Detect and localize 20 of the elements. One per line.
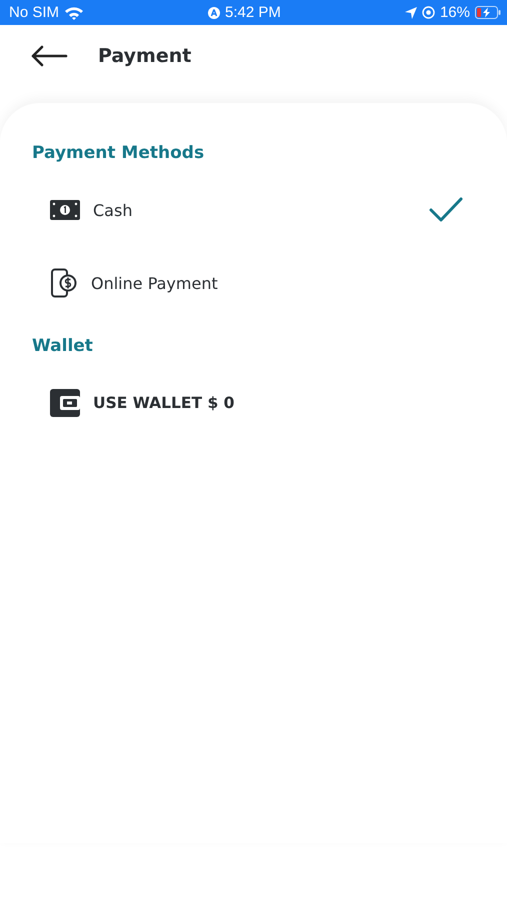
option-label: USE WALLET $ 0 bbox=[93, 394, 234, 412]
lock-rotation-icon bbox=[422, 6, 435, 19]
section-title: Wallet bbox=[32, 336, 94, 356]
page-title: Payment bbox=[98, 45, 192, 67]
payment-option[interactable]: Online Payment bbox=[32, 258, 475, 308]
battery-text: 16% bbox=[440, 4, 470, 21]
option-label: Cash bbox=[93, 200, 132, 220]
option-label: Online Payment bbox=[91, 274, 218, 292]
location-icon bbox=[404, 6, 417, 18]
section-title: Payment Methods bbox=[32, 143, 206, 163]
battery-icon bbox=[474, 6, 501, 19]
payment-option[interactable]: USE WALLET $ 0 bbox=[32, 378, 475, 428]
wallet-icon bbox=[50, 389, 80, 417]
carrier-text: No SIM bbox=[9, 4, 60, 21]
payment-option[interactable]: Cash bbox=[32, 185, 475, 235]
wifi-icon bbox=[64, 6, 84, 20]
back-button[interactable] bbox=[30, 45, 68, 67]
phone-coin-icon bbox=[50, 268, 78, 298]
banknote-icon bbox=[50, 200, 80, 220]
clock-text: 5:42 PM bbox=[225, 4, 281, 21]
